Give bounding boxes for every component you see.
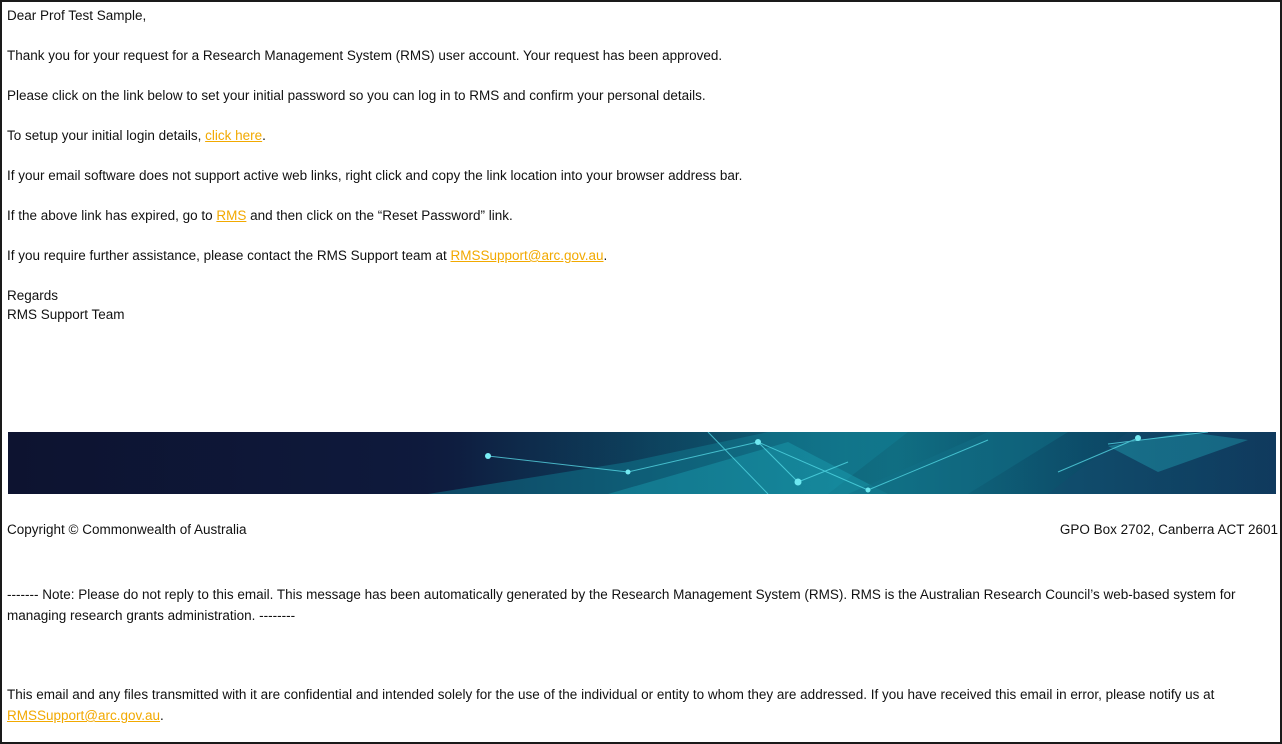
greeting: Dear Prof Test Sample,	[7, 8, 147, 23]
assistance-paragraph: If you require further assistance, pleas…	[7, 246, 607, 265]
signature-text: RMS Support Team	[7, 307, 125, 322]
web-links-paragraph: If your email software does not support …	[7, 168, 743, 183]
support-email-link[interactable]: RMSSupport@arc.gov.au	[450, 248, 603, 263]
assistance-text: If you require further assistance, pleas…	[7, 248, 451, 263]
expired-text: If the above link has expired, go to	[7, 208, 217, 223]
postal-address-text: GPO Box 2702, Canberra ACT 2601	[1059, 522, 1278, 537]
notify-email-link[interactable]: RMSSupport@arc.gov.au	[7, 708, 160, 723]
expired-paragraph: If the above link has expired, go to RMS…	[7, 206, 513, 225]
expired-suffix: and then click on the “Reset Password” l…	[246, 208, 513, 223]
confidentiality-suffix: .	[160, 708, 164, 723]
email-body-frame	[0, 0, 1282, 744]
confidentiality-notice: This email and any files transmitted wit…	[7, 684, 1269, 726]
setup-text: To setup your initial login details,	[7, 128, 206, 143]
setup-suffix: .	[262, 128, 266, 143]
assistance-suffix: .	[603, 248, 608, 263]
rms-link[interactable]: RMS	[216, 208, 246, 223]
footer-banner-image	[8, 432, 1276, 494]
confidentiality-text: This email and any files transmitted wit…	[7, 687, 1215, 702]
instructions-paragraph: Please click on the link below to set yo…	[7, 88, 706, 103]
regards-text: Regards	[7, 288, 59, 303]
copyright-text: Copyright © Commonwealth of Australia	[7, 522, 247, 537]
auto-generated-note: ------- Note: Please do not reply to thi…	[7, 587, 1236, 623]
setup-paragraph: To setup your initial login details, cli…	[7, 126, 266, 145]
click-here-link[interactable]: click here	[205, 128, 262, 143]
approval-paragraph: Thank you for your request for a Researc…	[7, 48, 723, 63]
